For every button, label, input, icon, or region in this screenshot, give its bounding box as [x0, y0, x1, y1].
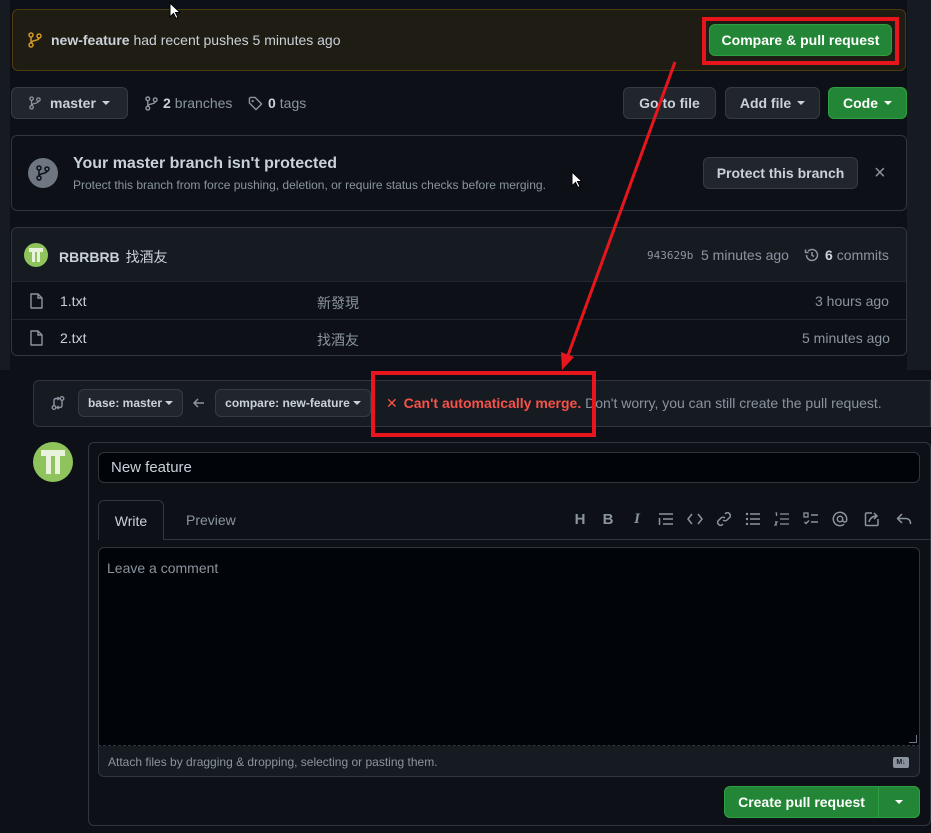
heading-icon[interactable]: H [569, 508, 591, 530]
create-pull-request-button[interactable]: Create pull request [724, 786, 879, 818]
mouse-cursor-icon [169, 2, 181, 20]
code-icon[interactable] [684, 508, 706, 530]
quote-icon[interactable] [655, 508, 677, 530]
italic-icon[interactable]: I [626, 508, 648, 530]
bold-icon[interactable]: B [597, 508, 619, 530]
reference-icon[interactable] [861, 508, 883, 530]
ordered-list-icon[interactable] [771, 508, 793, 530]
avatar[interactable] [33, 442, 73, 482]
pr-title-input[interactable]: New feature [98, 452, 920, 483]
tab-preview-label: Preview [186, 512, 236, 528]
mouse-cursor-icon [571, 171, 583, 189]
mention-icon[interactable] [829, 508, 851, 530]
tabs-divider [164, 539, 931, 540]
task-list-icon[interactable] [800, 508, 822, 530]
create-pull-request-options-button[interactable] [878, 786, 920, 818]
attach-files-hint: Attach files by dragging & dropping, sel… [108, 755, 438, 769]
pr-title-value: New feature [111, 459, 192, 476]
chevron-down-icon [895, 800, 903, 804]
markdown-badge: M↓ [896, 759, 906, 766]
tab-write[interactable]: Write [98, 500, 164, 540]
comment-textarea[interactable]: Leave a comment [98, 547, 920, 746]
tab-preview[interactable]: Preview [186, 512, 236, 528]
reply-icon[interactable] [893, 508, 915, 530]
resize-handle-icon[interactable] [909, 735, 917, 743]
tab-write-label: Write [114, 512, 148, 529]
link-icon[interactable] [713, 508, 735, 530]
create-pull-request-label: Create pull request [738, 794, 865, 810]
markdown-icon: M↓ [893, 757, 909, 768]
comment-placeholder: Leave a comment [107, 560, 219, 576]
unordered-list-icon[interactable] [742, 508, 764, 530]
